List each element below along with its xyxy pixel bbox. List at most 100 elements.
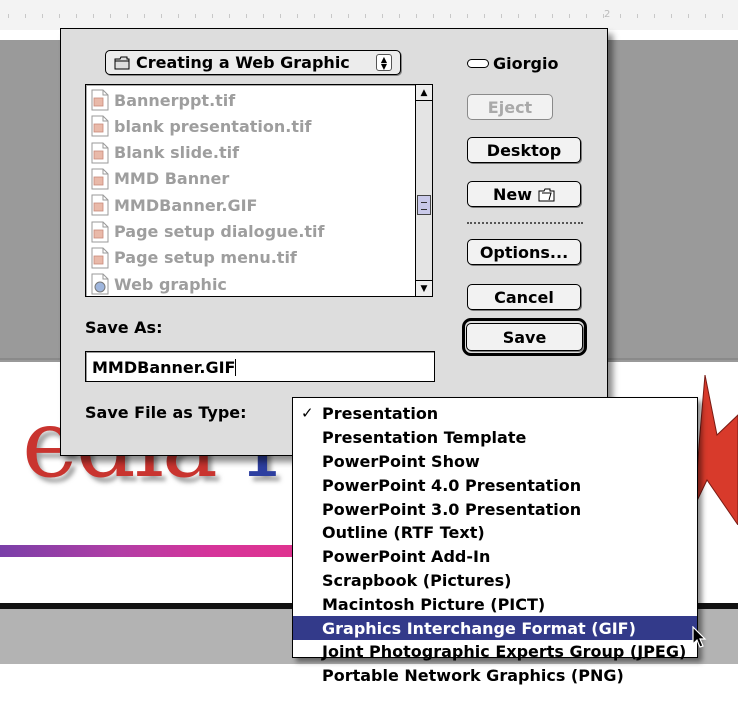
ruler-tick [144,14,145,18]
file-name-value: MMDBanner.GIF [92,358,236,377]
ruler-tick [8,14,9,18]
file-type-option[interactable]: Portable Network Graphics (PNG) [293,664,697,688]
document-icon [91,142,109,164]
file-list-item[interactable]: Bannerppt.tif [90,87,235,113]
ruler-tick [365,14,366,18]
ruler-tick [280,14,281,18]
file-type-option[interactable]: PowerPoint Add-In [293,545,697,569]
ruler-tick [654,14,655,18]
scroll-down-icon[interactable]: ▼ [416,280,432,296]
options-button[interactable]: Options... [467,239,581,265]
folder-popup[interactable]: Creating a Web Graphic ▲ ▼ [105,50,401,75]
file-type-option-label: Portable Network Graphics (PNG) [322,666,624,686]
file-type-option[interactable]: ✓ Presentation [293,402,697,426]
ruler-tick [416,14,417,18]
document-icon [91,221,109,242]
ruler-tick [314,14,315,18]
disk-icon [467,59,489,68]
file-type-option-label: Presentation Template [322,428,527,448]
button-separator [467,222,583,224]
file-list-item[interactable]: Page setup dialogue.tif [90,219,324,245]
file-name-field[interactable]: MMDBanner.GIF [85,351,435,382]
ruler-tick [671,14,672,18]
popup-arrows-icon: ▲ ▼ [376,54,392,71]
ruler-tick [25,14,26,18]
ruler-tick [229,14,230,18]
ruler: 2 [0,0,738,30]
ruler-tick [552,14,553,18]
ruler-number: 2 [604,9,611,20]
folder-popup-label: Creating a Web Graphic [136,53,350,72]
ruler-tick [569,14,570,18]
file-type-option-label: Graphics Interchange Format (GIF) [322,618,636,638]
document-icon [91,247,109,269]
ruler-tick [297,14,298,18]
file-list-scrollbar[interactable]: ▲ ▼ [415,85,432,296]
scrollbar-track[interactable] [416,101,432,280]
file-name: Web graphic [114,274,227,294]
file-list-item[interactable]: blank presentation.tif [90,113,311,139]
volume-label: Giorgio [467,54,558,73]
file-type-option[interactable]: PowerPoint 3.0 Presentation [293,497,697,521]
gradient-bar [0,545,300,557]
file-type-option[interactable]: Outline (RTF Text) [293,521,697,545]
file-list-item[interactable]: MMD Banner [90,166,229,192]
ruler-tick [586,14,587,18]
ruler-tick [450,14,451,18]
file-type-option[interactable]: Graphics Interchange Format (GIF) [293,616,697,640]
file-list-item[interactable]: Blank slide.tif [90,140,239,166]
file-name: blank presentation.tif [114,116,312,136]
file-type-option[interactable]: Macintosh Picture (PICT) [293,592,697,616]
ruler-tick [263,14,264,18]
mouse-pointer-icon [692,626,707,648]
new-folder-icon [538,188,555,201]
ruler-tick [93,14,94,18]
scrollbar-thumb[interactable] [417,195,431,215]
eject-button[interactable]: Eject [467,94,553,120]
file-type-option-label: Outline (RTF Text) [322,523,485,543]
file-type-option-label: PowerPoint 4.0 Presentation [322,475,582,495]
text-caret [235,359,237,376]
file-list-item[interactable]: MMDBanner.GIF [90,192,257,218]
file-type-option[interactable]: Scrapbook (Pictures) [293,569,697,593]
file-name: Blank slide.tif [114,143,240,163]
ruler-tick [518,14,519,18]
file-type-option[interactable]: Presentation Template [293,426,697,450]
document-icon [91,168,109,190]
file-list-item[interactable]: Web graphic [90,271,227,296]
save-dialog: Creating a Web Graphic ▲ ▼ Giorgio Banner… [60,28,608,456]
file-type-option-label: PowerPoint 3.0 Presentation [322,499,582,519]
star-graphic [695,375,738,525]
file-type-option-label: PowerPoint Show [322,451,480,471]
file-name: MMD Banner [114,169,230,189]
file-type-option-label: PowerPoint Add-In [322,547,491,567]
file-type-option[interactable]: PowerPoint Show [293,450,697,474]
file-list-item[interactable]: Page setup menu.tif [90,245,297,271]
ruler-tick [195,14,196,18]
ruler-tick [705,14,706,18]
new-folder-button[interactable]: New [467,181,581,207]
file-name: Page setup menu.tif [114,248,297,268]
web-document-icon [91,273,109,295]
file-type-option-label: Macintosh Picture (PICT) [322,594,546,614]
scroll-up-icon[interactable]: ▲ [416,85,432,101]
ruler-tick [433,14,434,18]
file-type-menu[interactable]: ✓ Presentation Presentation Template PowerP… [292,397,698,685]
desktop-button[interactable]: Desktop [467,137,581,163]
file-list-items: Bannerppt.tif blank presentation.tif Blank… [86,85,415,296]
ruler-tick [331,14,332,18]
file-type-option[interactable]: PowerPoint 4.0 Presentation [293,473,697,497]
ruler-tick [246,14,247,18]
file-type-option-label: Scrapbook (Pictures) [322,570,512,590]
file-type-option-label: Joint Photographic Experts Group (JPEG) [322,642,687,662]
file-list[interactable]: Bannerppt.tif blank presentation.tif Blank… [85,84,433,297]
document-icon [91,89,109,111]
ruler-tick [127,14,128,18]
file-type-option-label: Presentation [322,404,439,424]
ruler-tick [620,14,621,18]
checkmark-icon: ✓ [301,404,314,422]
save-button[interactable]: Save [466,323,583,351]
file-type-option[interactable]: Joint Photographic Experts Group (JPEG) [293,640,697,664]
cancel-button[interactable]: Cancel [467,284,581,310]
file-type-label: Save File as Type: [85,403,247,422]
